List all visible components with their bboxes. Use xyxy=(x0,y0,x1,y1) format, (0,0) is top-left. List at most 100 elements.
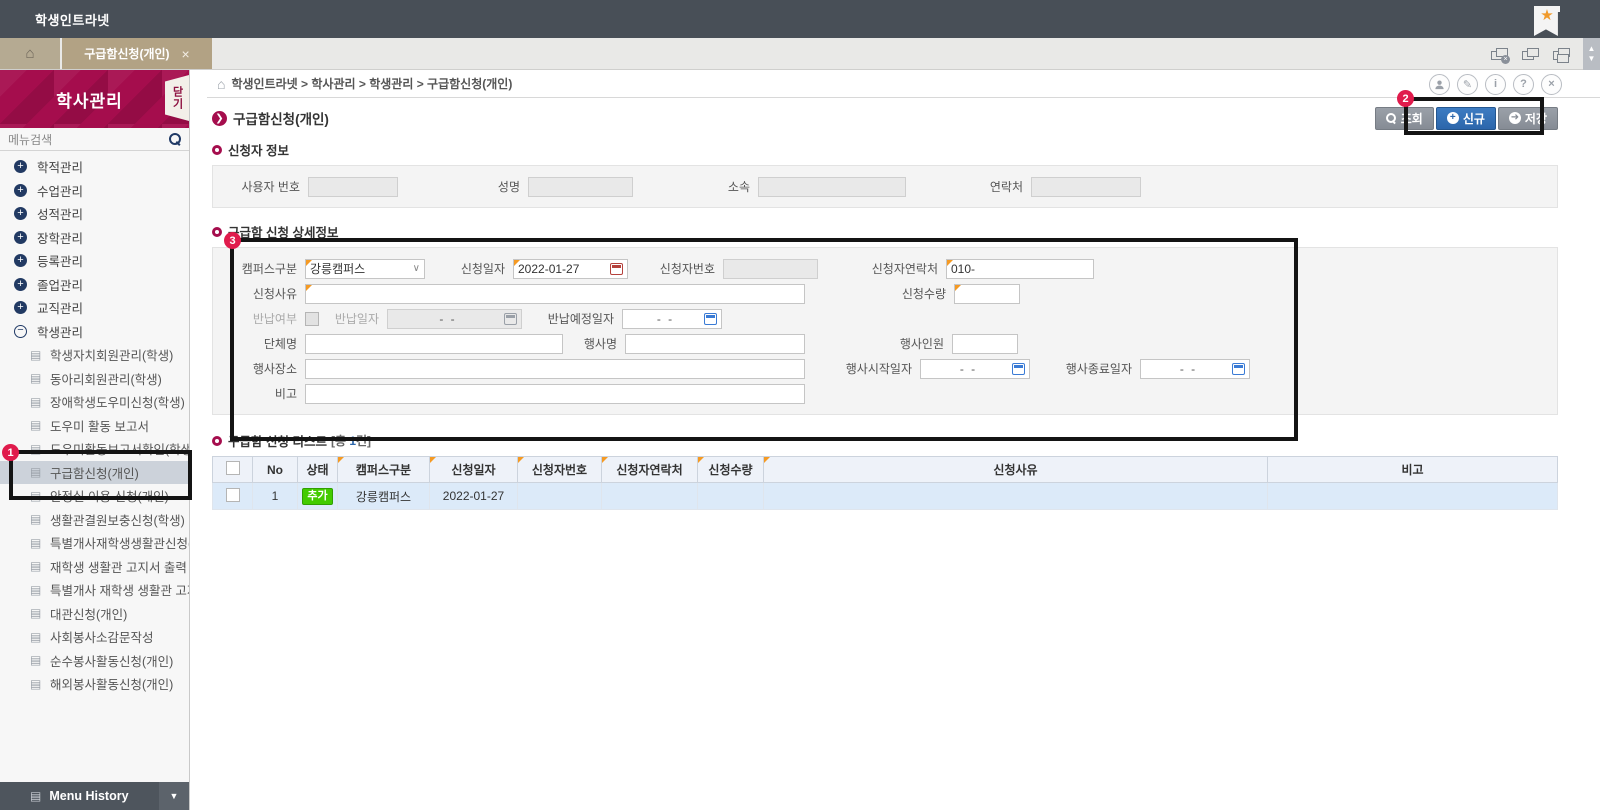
user-no-label: 사용자 번호 xyxy=(213,178,308,195)
bookmark-star-icon[interactable]: ★ xyxy=(1534,6,1560,36)
tab-home[interactable]: ⌂ xyxy=(0,38,62,69)
col-no[interactable]: No xyxy=(253,457,298,483)
calendar-icon[interactable] xyxy=(610,263,623,275)
menu-search[interactable]: 메뉴검색 xyxy=(0,128,189,151)
sidebar-subitem[interactable]: ▤순수봉사활동신청(개인) xyxy=(0,649,189,673)
user-icon[interactable] xyxy=(1429,74,1450,95)
return-yn-label: 반납여부 xyxy=(213,310,305,327)
campus-select[interactable]: 강릉캠퍼스∨ xyxy=(305,259,425,279)
tab-active[interactable]: 구급함신청(개인) × xyxy=(62,38,212,69)
document-icon: ▤ xyxy=(30,630,43,644)
sidebar-item-haksaeng[interactable]: −학생관리 xyxy=(0,320,189,344)
tile-windows-icon[interactable] xyxy=(1522,48,1539,61)
close-all-tabs-icon[interactable]: × xyxy=(1491,48,1508,61)
status-badge: 추가 xyxy=(302,488,332,505)
calendar-icon[interactable] xyxy=(1232,363,1245,375)
menu-history-bar[interactable]: ▤ Menu History ▼ xyxy=(0,782,189,810)
end-field[interactable]: - - xyxy=(1140,359,1250,379)
list-count: [총 1건] xyxy=(331,432,371,449)
sidebar-item-gyojik[interactable]: +교직관리 xyxy=(0,296,189,320)
document-icon: ▤ xyxy=(30,606,43,620)
cell-phone xyxy=(602,483,698,510)
tab-close-icon[interactable]: × xyxy=(182,46,190,62)
sidebar-subitem[interactable]: ▤도우미활동보고서확인(학생 xyxy=(0,437,189,461)
plus-icon: + xyxy=(14,207,27,220)
col-note[interactable]: 비고 xyxy=(1268,457,1558,483)
sidebar-subitem[interactable]: ▤대관신청(개인) xyxy=(0,602,189,626)
col-date[interactable]: 신청일자 xyxy=(430,457,518,483)
name-label: 성명 xyxy=(398,178,528,195)
sidebar-item-hakjeok[interactable]: +학적관리 xyxy=(0,155,189,179)
sidebar-subitem[interactable]: ▤도우미 활동 보고서 xyxy=(0,414,189,438)
org-field[interactable] xyxy=(305,334,563,354)
cell-campus: 강릉캠퍼스 xyxy=(338,483,430,510)
calendar-icon[interactable] xyxy=(1012,363,1025,375)
sidebar-close-tab[interactable]: 닫기 xyxy=(165,75,189,121)
col-phone[interactable]: 신청자연락처 xyxy=(602,457,698,483)
edit-pencil-icon[interactable]: ✎ xyxy=(1457,74,1478,95)
reason-label: 신청사유 xyxy=(213,285,305,302)
list-section-title: 구급함 신청 리스트 xyxy=(228,431,327,450)
sidebar-subitem[interactable]: ▤생활관결원보충신청(학생) xyxy=(0,508,189,532)
phone-field[interactable]: 010- xyxy=(946,259,1094,279)
close-icon[interactable]: × xyxy=(1541,74,1562,95)
section-bullet xyxy=(212,145,222,155)
select-all-header[interactable] xyxy=(213,457,253,483)
new-button[interactable]: +신규 xyxy=(1436,107,1496,130)
search-icon[interactable] xyxy=(169,133,181,145)
home-icon: ⌂ xyxy=(217,76,225,92)
note-field[interactable] xyxy=(305,384,805,404)
calendar-icon[interactable] xyxy=(704,313,717,325)
contact-label: 연락처 xyxy=(906,178,1031,195)
place-field[interactable] xyxy=(305,359,805,379)
sidebar-item-janghak[interactable]: +장학관리 xyxy=(0,226,189,250)
col-status[interactable]: 상태 xyxy=(298,457,338,483)
collapse-icon[interactable]: ▼ xyxy=(159,782,189,810)
sidebar-item-joreop[interactable]: +졸업관리 xyxy=(0,273,189,297)
sidebar-subitem[interactable]: ▤특별개사재학생생활관신청( xyxy=(0,531,189,555)
sidebar-item-seongjeok[interactable]: +성적관리 xyxy=(0,202,189,226)
document-icon: ▤ xyxy=(30,442,43,456)
menu-search-placeholder: 메뉴검색 xyxy=(8,131,169,148)
query-button[interactable]: 조회 xyxy=(1375,107,1434,130)
reason-field[interactable] xyxy=(305,284,805,304)
start-field[interactable]: - - xyxy=(920,359,1030,379)
applicant-no-label: 신청자번호 xyxy=(628,260,723,277)
sidebar-subitem-first-aid-selected[interactable]: ▤구급함신청(개인) xyxy=(0,461,189,485)
sidebar-subitem[interactable]: ▤해외봉사활동신청(개인) xyxy=(0,672,189,696)
cell-note xyxy=(1268,483,1558,510)
col-qty[interactable]: 신청수량 xyxy=(698,457,764,483)
sidebar-item-deungnok[interactable]: +등록관리 xyxy=(0,249,189,273)
checkbox[interactable] xyxy=(226,461,240,475)
return-due-field[interactable]: - - xyxy=(622,309,722,329)
sidebar-item-sueop[interactable]: +수업관리 xyxy=(0,179,189,203)
sidebar-subitem[interactable]: ▤장애학생도우미신청(학생) xyxy=(0,390,189,414)
help-icon[interactable]: ? xyxy=(1513,74,1534,95)
row-checkbox[interactable] xyxy=(226,488,240,502)
sidebar: 학사관리 닫기 메뉴검색 +학적관리 +수업관리 +성적관리 +장학관리 +등록… xyxy=(0,70,190,810)
sidebar-subitem[interactable]: ▤사회봉사소감문작성 xyxy=(0,625,189,649)
info-icon[interactable]: i xyxy=(1485,74,1506,95)
cascade-windows-icon[interactable] xyxy=(1553,48,1570,61)
tab-bar: ⌂ 구급함신청(개인) × × ▲▼ xyxy=(0,38,1600,70)
qty-field[interactable] xyxy=(954,284,1020,304)
col-campus[interactable]: 캠퍼스구분 xyxy=(338,457,430,483)
sidebar-subitem[interactable]: ▤동아리회원관리(학생) xyxy=(0,367,189,391)
table-row[interactable]: 1 추가 강릉캠퍼스 2022-01-27 xyxy=(213,483,1558,510)
save-button[interactable]: ➜저장 xyxy=(1498,107,1558,130)
sidebar-subitem[interactable]: ▤학생자치회원관리(학생) xyxy=(0,343,189,367)
menu-list: +학적관리 +수업관리 +성적관리 +장학관리 +등록관리 +졸업관리 +교직관… xyxy=(0,151,189,782)
sidebar-subitem[interactable]: ▤안정실 이용 신청(개인) xyxy=(0,484,189,508)
col-reason[interactable]: 신청사유 xyxy=(764,457,1268,483)
sidebar-subitem[interactable]: ▤특별개사 재학생 생활관 고지 xyxy=(0,578,189,602)
tab-scroll-arrows[interactable]: ▲▼ xyxy=(1583,38,1600,70)
content: ❯ 구급함신청(개인) 조회 +신규 ➜저장 신청자 정보 사용자 번호 성명 xyxy=(207,98,1600,810)
people-field[interactable] xyxy=(952,334,1018,354)
breadcrumb-bar: ⌂ 학생인트라넷 > 학사관리 > 학생관리 > 구급함신청(개인) ✎ i ?… xyxy=(207,70,1600,98)
col-applicant-no[interactable]: 신청자번호 xyxy=(518,457,602,483)
event-field[interactable] xyxy=(625,334,805,354)
sidebar-subitem[interactable]: ▤재학생 생활관 고지서 출력 xyxy=(0,555,189,579)
chevron-down-icon: ∨ xyxy=(413,263,420,274)
page-title: 구급함신청(개인) xyxy=(233,108,1375,128)
apply-date-field[interactable]: 2022-01-27 xyxy=(513,259,628,279)
